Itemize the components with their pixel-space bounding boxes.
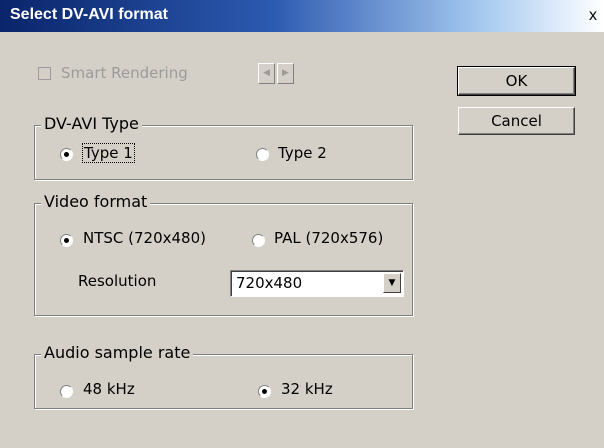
prev-arrow-button[interactable]: ◀ — [258, 63, 275, 84]
cancel-button[interactable]: Cancel — [458, 107, 575, 135]
smart-rendering-checkbox[interactable] — [38, 67, 51, 80]
dvavi-type-title: DV-AVI Type — [41, 114, 142, 133]
48khz-radio[interactable] — [60, 385, 73, 398]
resolution-label: Resolution — [78, 272, 157, 290]
left-arrow-icon: ◀ — [263, 68, 270, 78]
next-arrow-button[interactable]: ▶ — [277, 63, 294, 84]
dialog-window: Select DV-AVI format x Smart Rendering ◀… — [0, 0, 604, 448]
radio-selected-dot — [262, 389, 267, 394]
ntsc-radio[interactable] — [60, 234, 73, 247]
smart-rendering-label: Smart Rendering — [61, 64, 188, 82]
type-2-radio[interactable] — [256, 148, 269, 161]
resolution-value: 720x480 — [236, 274, 303, 292]
pal-label[interactable]: PAL (720x576) — [274, 229, 383, 247]
close-button[interactable]: x — [584, 6, 602, 26]
ntsc-label[interactable]: NTSC (720x480) — [83, 229, 206, 247]
32khz-radio[interactable] — [258, 385, 271, 398]
title-bar[interactable]: Select DV-AVI format x — [0, 0, 604, 32]
type-1-radio[interactable] — [60, 148, 73, 161]
48khz-label[interactable]: 48 kHz — [83, 380, 135, 398]
type-2-label[interactable]: Type 2 — [278, 144, 327, 162]
window-title: Select DV-AVI format — [10, 6, 168, 23]
video-format-title: Video format — [41, 192, 151, 211]
resolution-dropdown[interactable]: 720x480 ▼ — [230, 270, 404, 297]
audio-sample-rate-title: Audio sample rate — [41, 343, 194, 362]
pal-radio[interactable] — [252, 234, 265, 247]
right-arrow-icon: ▶ — [282, 68, 289, 78]
video-format-group — [34, 203, 413, 316]
radio-selected-dot — [64, 238, 69, 243]
radio-selected-dot — [64, 152, 69, 157]
ok-button[interactable]: OK — [457, 66, 576, 96]
type-1-label[interactable]: Type 1 — [82, 143, 135, 163]
32khz-label[interactable]: 32 kHz — [281, 380, 333, 398]
dropdown-arrow-icon[interactable]: ▼ — [383, 273, 401, 293]
